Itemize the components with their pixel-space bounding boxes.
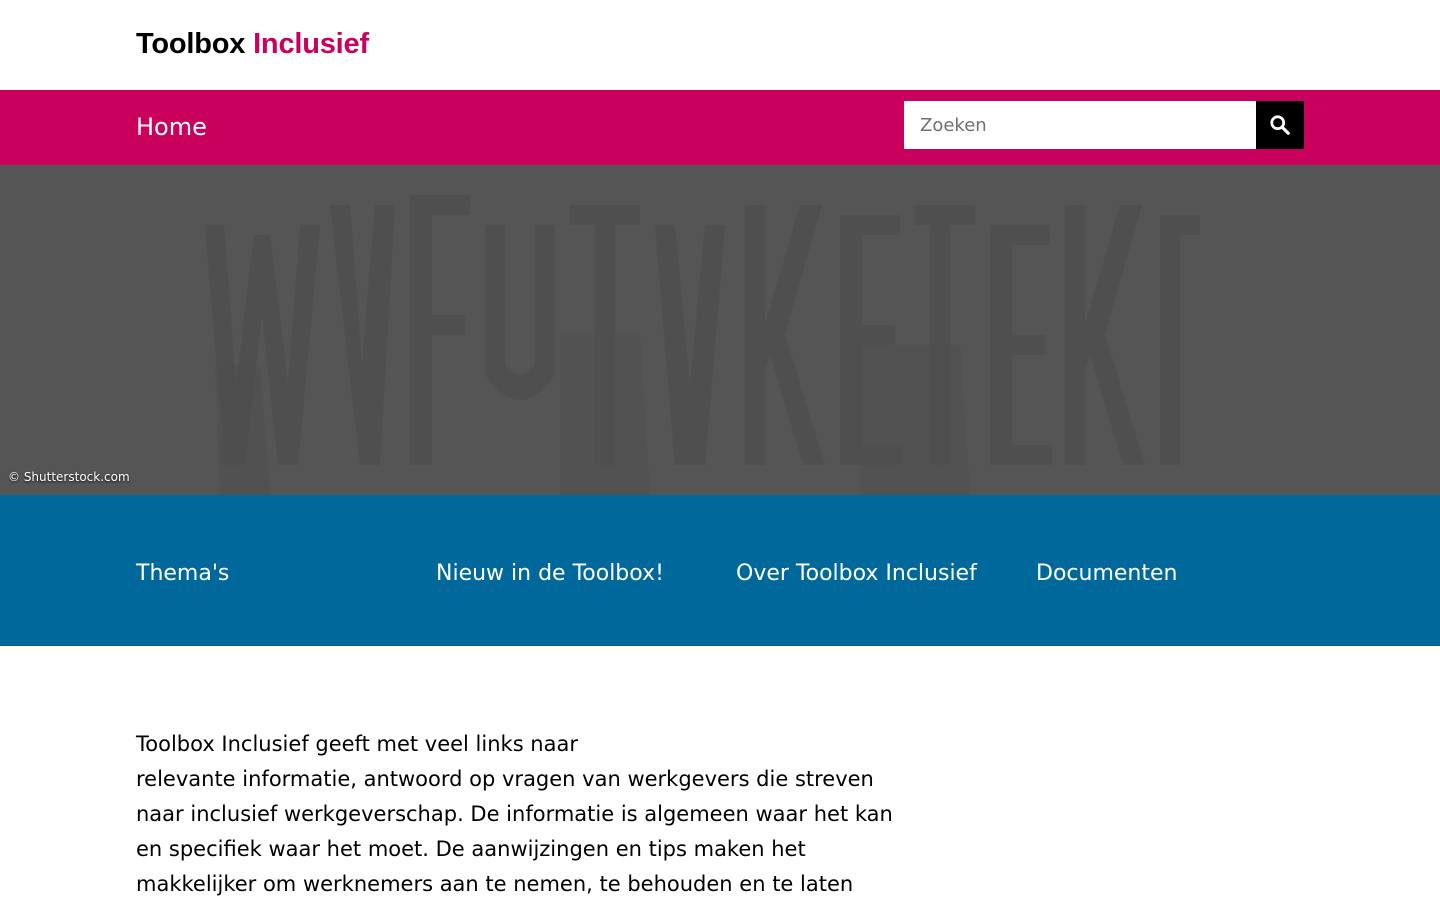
quicklink-over[interactable]: Over Toolbox Inclusief bbox=[736, 558, 977, 590]
hero-image: © Shutterstock.com bbox=[0, 165, 1440, 495]
intro-line: Toolbox Inclusief geeft met veel links n… bbox=[136, 732, 578, 756]
magnifier-icon bbox=[1270, 115, 1290, 135]
image-credit: © Shutterstock.com bbox=[8, 470, 130, 484]
search-button[interactable] bbox=[1256, 101, 1304, 149]
quicklink-nieuw[interactable]: Nieuw in de Toolbox! bbox=[436, 558, 664, 590]
main-navigation: Home bbox=[0, 90, 1440, 165]
hero-text-graphic bbox=[205, 195, 1200, 495]
quicklink-documenten[interactable]: Documenten bbox=[1036, 558, 1177, 590]
intro-text: Toolbox Inclusief geeft met veel links n… bbox=[136, 727, 906, 902]
search-input[interactable] bbox=[904, 101, 1256, 149]
intro-line: relevante informatie, antwoord op vragen… bbox=[136, 767, 874, 791]
quicklinks-bar: Thema's Nieuw in de Toolbox! Over Toolbo… bbox=[0, 495, 1440, 646]
logo-text-inclusief: Inclusief bbox=[253, 28, 369, 60]
intro-line: naar inclusief werkgeverschap. De inform… bbox=[136, 802, 893, 826]
nav-home-link[interactable]: Home bbox=[136, 110, 207, 144]
intro-line: en specifiek waar het moet. De aanwijzin… bbox=[136, 837, 806, 861]
intro-line: makkelijker om werknemers aan te nemen, … bbox=[136, 872, 854, 896]
site-logo[interactable]: Toolbox Inclusief bbox=[136, 26, 369, 62]
logo-text-toolbox: Toolbox bbox=[136, 28, 246, 60]
site-header: Toolbox Inclusief bbox=[0, 0, 1440, 90]
quicklink-themas[interactable]: Thema's bbox=[136, 558, 229, 590]
